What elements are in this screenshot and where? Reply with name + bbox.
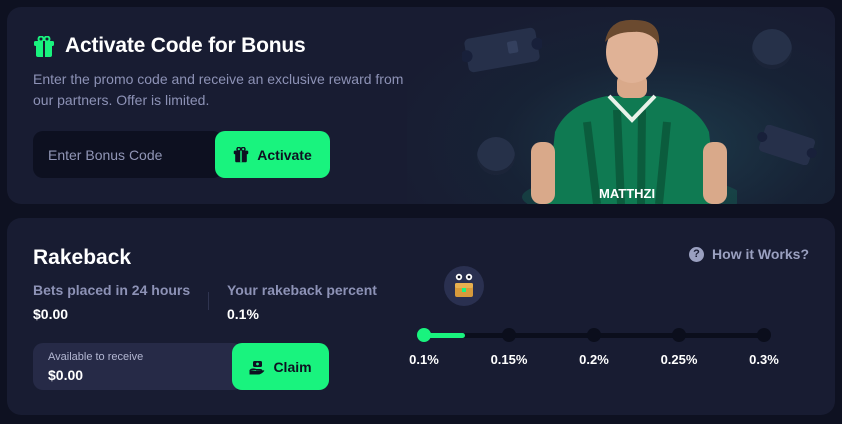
activate-button-label: Activate: [257, 146, 312, 163]
level-dot: [757, 328, 771, 342]
level-dot: [672, 328, 686, 342]
question-icon: ?: [689, 246, 705, 262]
gift-icon: [233, 146, 249, 162]
bonus-card: Activate Code for Bonus Enter the promo …: [7, 7, 835, 204]
rakeback-card: Rakeback ? How it Works? Bets placed in …: [7, 218, 835, 415]
receive-label: Available to receive: [48, 351, 144, 363]
player-figure: MATTHZI: [522, 19, 737, 204]
ticket-icon: [757, 125, 817, 165]
level-dot: [502, 328, 516, 342]
available-to-receive-box: Available to receive $0.00: [33, 343, 243, 390]
level-label: 0.2%: [579, 352, 609, 367]
receive-value: $0.00: [48, 367, 84, 383]
level-label: 0.3%: [749, 352, 779, 367]
coin-icon: [477, 137, 515, 175]
promo-hero-image: MATTHZI: [407, 7, 835, 204]
how-it-works-link[interactable]: ? How it Works?: [689, 246, 809, 262]
level-label: 0.15%: [490, 352, 528, 367]
claim-button[interactable]: Claim: [232, 343, 329, 390]
jersey-sponsor-text: MATTHZI: [599, 186, 655, 201]
level-label: 0.25%: [660, 352, 698, 367]
stat-divider: [208, 292, 209, 310]
gift-icon: [34, 36, 54, 57]
bonus-code-input[interactable]: [33, 131, 223, 178]
how-it-works-label: How it Works?: [712, 246, 809, 262]
bets-value: $0.00: [33, 306, 69, 322]
activate-button[interactable]: Activate: [215, 131, 330, 178]
bonus-title: Activate Code for Bonus: [65, 34, 306, 57]
level-label: 0.1%: [409, 352, 439, 367]
level-dot: [587, 328, 601, 342]
money-hand-icon: [249, 360, 265, 374]
claim-button-label: Claim: [273, 358, 312, 375]
bonus-code-field: [33, 131, 223, 178]
percent-label: Your rakeback percent: [227, 282, 377, 298]
level-dot: [417, 328, 431, 342]
coin-icon: [752, 29, 792, 69]
mascot-chest-icon: [444, 266, 484, 306]
bonus-description: Enter the promo code and receive an excl…: [33, 71, 450, 108]
percent-value: 0.1%: [227, 306, 259, 322]
bets-label: Bets placed in 24 hours: [33, 282, 191, 298]
rakeback-title: Rakeback: [33, 246, 132, 269]
